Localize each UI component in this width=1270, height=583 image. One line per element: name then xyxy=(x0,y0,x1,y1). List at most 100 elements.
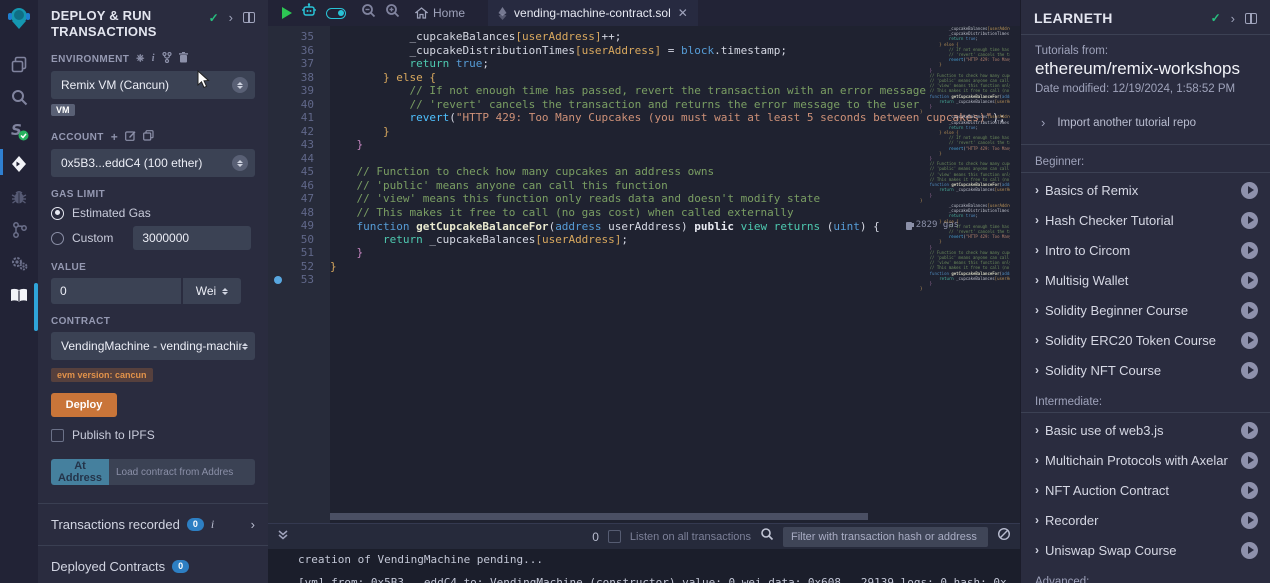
code-line[interactable]: 44 xyxy=(268,152,1020,166)
zoom-in-icon[interactable] xyxy=(385,3,400,23)
line-number[interactable]: 47 xyxy=(268,192,314,206)
tutorial-item[interactable]: ›Basics of Remix xyxy=(1021,175,1270,205)
learneth-icon[interactable] xyxy=(0,279,38,312)
estimated-gas-option[interactable]: Estimated Gas xyxy=(51,206,255,220)
copilot-toggle[interactable] xyxy=(326,8,346,19)
editor-minimap[interactable]: _cupcakeBalances[userAddress]++; _cupcak… xyxy=(920,26,1010,318)
horizontal-scrollbar[interactable] xyxy=(330,513,868,520)
fork-icon[interactable] xyxy=(162,52,172,66)
debugger-icon[interactable] xyxy=(0,180,38,213)
play-tutorial-button[interactable] xyxy=(1241,182,1258,199)
ai-assistant-icon[interactable] xyxy=(301,3,317,23)
add-account-icon[interactable]: + xyxy=(111,131,118,143)
play-tutorial-button[interactable] xyxy=(1241,332,1258,349)
publish-ipfs-checkbox[interactable] xyxy=(51,429,64,442)
deploy-run-icon[interactable] xyxy=(0,147,38,180)
line-number[interactable]: 51 xyxy=(268,246,314,260)
code-line[interactable]: 41 revert("HTTP 429: Too Many Cupcakes (… xyxy=(268,111,1020,125)
remix-logo-icon[interactable] xyxy=(0,0,38,36)
code-line[interactable]: 51 } xyxy=(268,246,1020,260)
import-tutorial-repo[interactable]: › Import another tutorial repo xyxy=(1021,101,1270,145)
line-number[interactable]: 40 xyxy=(268,98,314,112)
play-tutorial-button[interactable] xyxy=(1241,542,1258,559)
contract-select[interactable]: VendingMachine - vending-machin xyxy=(51,332,255,360)
line-number[interactable]: 39 xyxy=(268,84,314,98)
play-tutorial-button[interactable] xyxy=(1241,422,1258,439)
transaction-filter-input[interactable] xyxy=(783,527,988,547)
file-explorer-icon[interactable] xyxy=(0,48,38,81)
code-line[interactable]: 39 // If not enough time has passed, rev… xyxy=(268,84,1020,98)
tutorial-item[interactable]: ›Solidity NFT Course xyxy=(1021,355,1270,385)
solidity-compiler-icon[interactable]: S xyxy=(0,114,38,147)
code-line[interactable]: 45 // Function to check how many cupcake… xyxy=(268,165,1020,179)
chevron-right-icon[interactable]: › xyxy=(251,517,255,532)
tutorial-item[interactable]: ›Hash Checker Tutorial xyxy=(1021,205,1270,235)
code-line[interactable]: 40 // 'revert' cancels the transaction a… xyxy=(268,98,1020,112)
line-number[interactable]: 52 xyxy=(268,260,314,274)
info-icon[interactable]: i xyxy=(211,517,214,532)
tutorial-item[interactable]: ›NFT Auction Contract xyxy=(1021,475,1270,505)
play-tutorial-button[interactable] xyxy=(1241,482,1258,499)
custom-gas-input[interactable] xyxy=(133,226,251,250)
line-number[interactable]: 46 xyxy=(268,179,314,193)
copy-icon[interactable] xyxy=(143,130,154,144)
code-line[interactable]: 47 // 'view' means this function only re… xyxy=(268,192,1020,206)
search-icon[interactable] xyxy=(0,81,38,114)
line-number[interactable]: 36 xyxy=(268,44,314,58)
tab-vending-machine-contract[interactable]: vending-machine-contract.sol ✕ xyxy=(488,0,698,26)
line-number[interactable]: 38 xyxy=(268,71,314,85)
custom-gas-option[interactable]: Custom xyxy=(51,226,255,250)
tutorial-item[interactable]: ›Solidity ERC20 Token Course xyxy=(1021,325,1270,355)
publish-ipfs-option[interactable]: Publish to IPFS xyxy=(51,428,255,442)
code-line[interactable]: 52} xyxy=(268,260,1020,274)
line-number[interactable]: 45 xyxy=(268,165,314,179)
custom-gas-radio[interactable] xyxy=(51,232,64,245)
collapse-terminal-icon[interactable] xyxy=(277,528,289,546)
terminal-output[interactable]: creation of VendingMachine pending... [v… xyxy=(268,549,1020,583)
line-number[interactable]: 37 xyxy=(268,57,314,71)
terminal-tx-line[interactable]: [vm] from: 0x5B3...eddC4 to: VendingMach… xyxy=(298,576,1020,583)
terminal-scrollbar[interactable] xyxy=(1013,549,1018,583)
code-line[interactable]: 46 // 'public' means anyone can call thi… xyxy=(268,179,1020,193)
line-number[interactable]: 42 xyxy=(268,125,314,139)
close-tab-icon[interactable]: ✕ xyxy=(678,6,688,20)
play-tutorial-button[interactable] xyxy=(1241,302,1258,319)
tutorial-item[interactable]: ›Multisig Wallet xyxy=(1021,265,1270,295)
panel-pin-icon[interactable] xyxy=(243,12,255,23)
line-number[interactable]: 48 xyxy=(268,206,314,220)
tutorial-item[interactable]: ›Basic use of web3.js xyxy=(1021,415,1270,445)
line-number[interactable]: 35 xyxy=(268,30,314,44)
tutorial-item[interactable]: ›Multichain Protocols with Axelar xyxy=(1021,445,1270,475)
zoom-out-icon[interactable] xyxy=(361,3,376,23)
tutorial-item[interactable]: ›Solidity Beginner Course xyxy=(1021,295,1270,325)
line-number[interactable]: 49 xyxy=(268,219,314,233)
delete-icon[interactable] xyxy=(179,52,188,66)
code-line[interactable]: 48 // This makes it free to call (no gas… xyxy=(268,206,1020,220)
code-line[interactable]: 36 _cupcakeDistributionTimes[userAddress… xyxy=(268,44,1020,58)
code-line[interactable]: 42 } xyxy=(268,125,1020,139)
panel-expand-icon[interactable]: › xyxy=(229,10,233,25)
at-address-button[interactable]: At Address xyxy=(51,459,109,485)
code-line[interactable]: 53 xyxy=(268,273,1020,287)
plugin-manager-icon[interactable] xyxy=(0,246,38,279)
play-tutorial-button[interactable] xyxy=(1241,212,1258,229)
tutorial-item[interactable]: ›Uniswap Swap Course xyxy=(1021,535,1270,565)
search-transactions-icon[interactable] xyxy=(760,527,774,546)
edit-icon[interactable] xyxy=(125,130,136,144)
line-number[interactable]: 41 xyxy=(268,111,314,125)
value-unit-select[interactable]: Wei xyxy=(183,278,241,304)
line-number[interactable]: 44 xyxy=(268,152,314,166)
tutorial-item[interactable]: ›Intro to Circom xyxy=(1021,235,1270,265)
listen-all-checkbox[interactable] xyxy=(608,530,621,543)
play-tutorial-button[interactable] xyxy=(1241,272,1258,289)
breakpoint-dot[interactable] xyxy=(274,276,282,284)
deploy-button[interactable]: Deploy xyxy=(51,393,117,417)
code-line[interactable]: 43 } xyxy=(268,138,1020,152)
at-address-input[interactable] xyxy=(109,459,255,485)
home-tab[interactable]: Home xyxy=(409,6,471,20)
line-number[interactable]: 50 xyxy=(268,233,314,247)
environment-select[interactable]: Remix VM (Cancun) xyxy=(51,71,255,99)
code-line[interactable]: 49 function getCupcakeBalanceFor(address… xyxy=(268,219,1020,233)
panel-expand-icon[interactable]: › xyxy=(1231,11,1235,26)
info-icon[interactable]: i xyxy=(152,54,155,64)
